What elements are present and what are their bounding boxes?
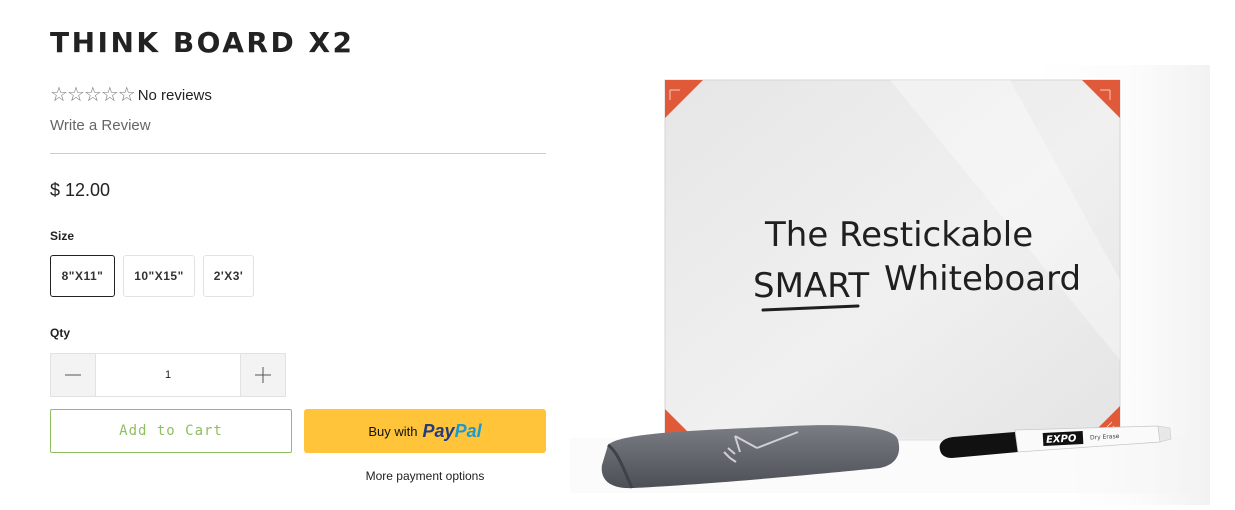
board-text-whiteboard: Whiteboard [884,259,1081,299]
plus-icon [255,367,271,383]
reviews-count: No reviews [137,86,212,104]
product-price: $ 12.00 [50,180,111,200]
product-rating: ☆ ☆ ☆ ☆ ☆ No reviews [50,85,212,105]
minus-icon [65,374,81,376]
marker-brand: EXPO [1046,433,1077,446]
paypal-logo: PayPal [422,420,482,441]
qty-input[interactable] [95,354,241,396]
star-empty-icon: ☆ [117,84,136,106]
rating-stars: ☆ ☆ ☆ ☆ ☆ [50,84,136,106]
star-empty-icon: ☆ [66,84,85,106]
product-title: THINK BOARD X2 [50,26,355,59]
star-empty-icon: ☆ [50,84,68,106]
paypal-prefix: Buy with [368,423,418,439]
star-empty-icon: ☆ [100,84,119,106]
more-payment-options-link[interactable]: More payment options [304,469,546,483]
qty-label: Qty [50,326,71,340]
size-option-2x3[interactable]: 2'X3' [203,255,254,297]
paypal-button[interactable]: Buy with PayPal [304,409,546,453]
qty-increase-button[interactable] [241,354,285,396]
board-text-smart: SMART [753,266,869,306]
size-option-8x11[interactable]: 8"X11" [50,255,115,297]
whiteboard-illustration: The Restickable SMART Whiteboard EXPO Dr… [560,60,1220,505]
add-to-cart-button[interactable]: Add to Cart [50,409,292,453]
product-image[interactable]: The Restickable SMART Whiteboard EXPO Dr… [560,60,1220,505]
size-option-10x15[interactable]: 10"X15" [123,255,195,297]
divider [50,153,546,154]
quantity-stepper [50,353,286,397]
size-label: Size [50,229,75,243]
size-options: 8"X11" 10"X15" 2'X3' [50,255,262,297]
qty-decrease-button[interactable] [51,354,95,396]
star-empty-icon: ☆ [83,84,102,106]
write-review-link[interactable]: Write a Review [50,117,151,134]
board-text-line1: The Restickable [764,215,1033,255]
